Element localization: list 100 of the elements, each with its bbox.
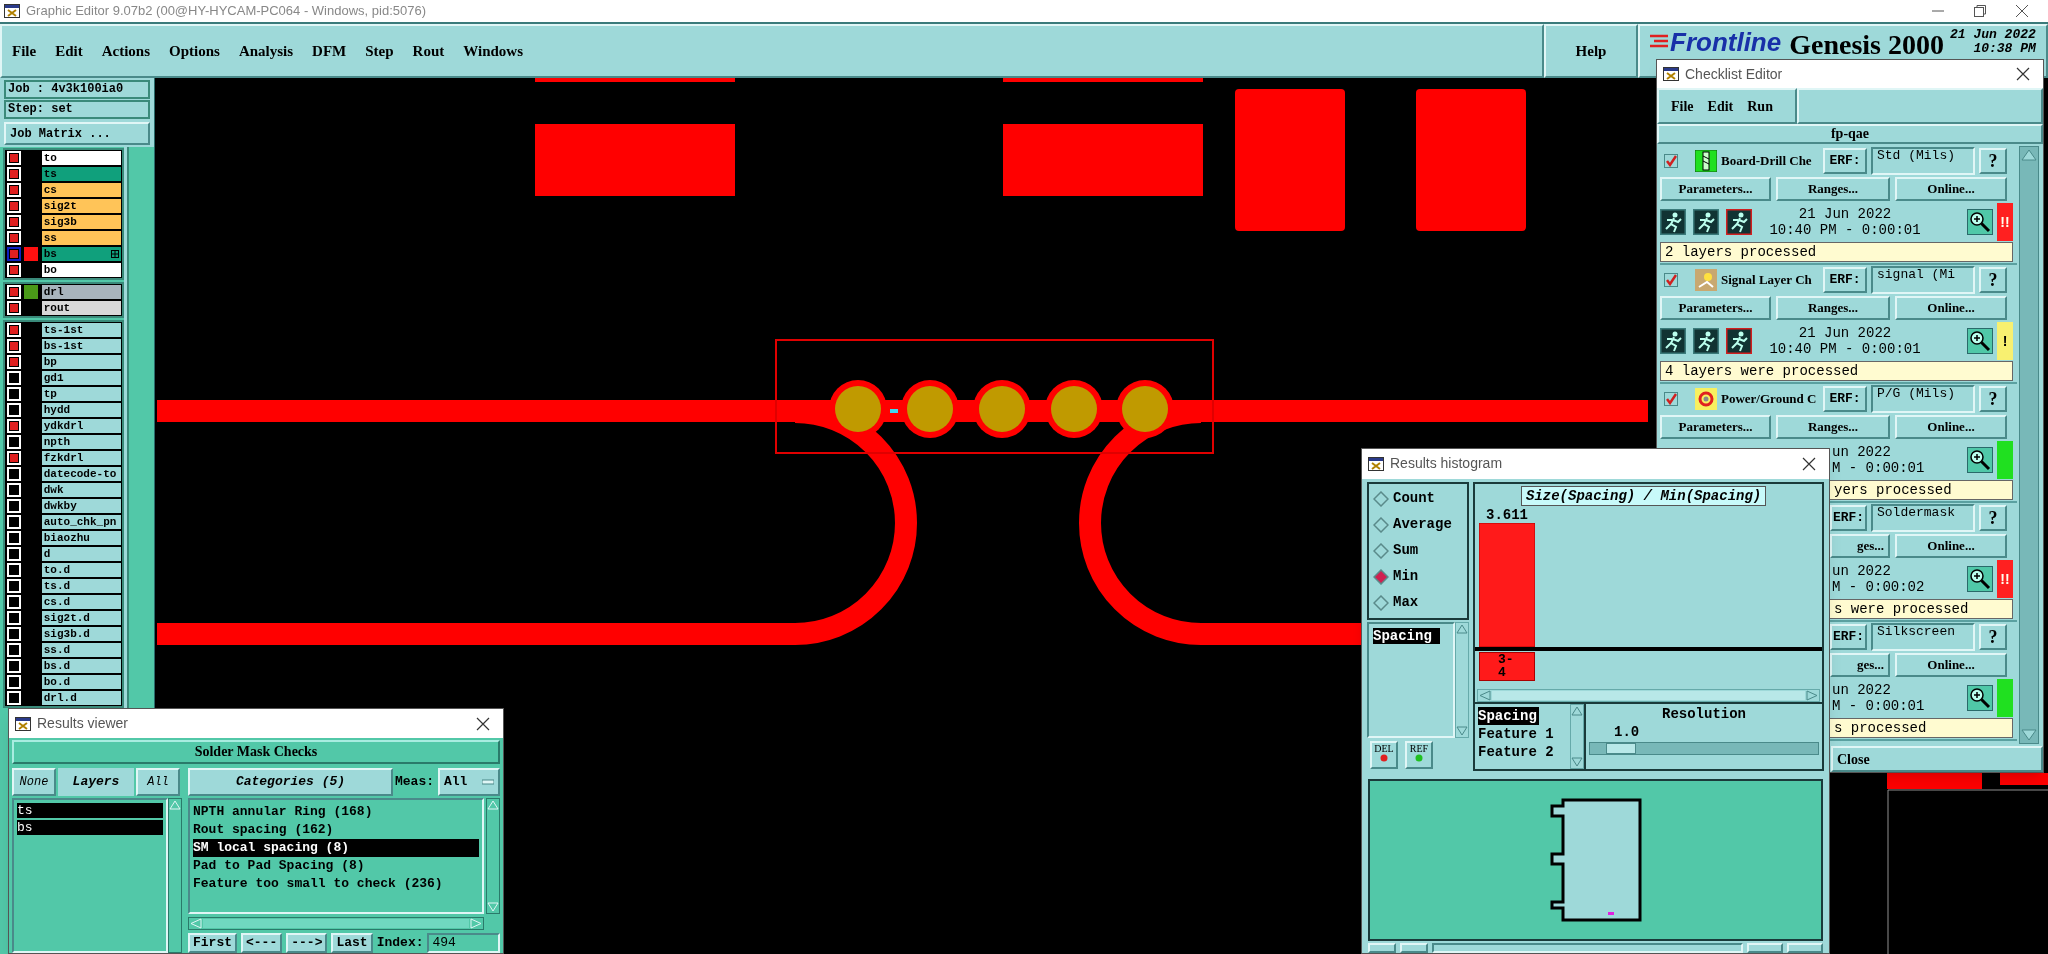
help-button[interactable]: ? <box>1979 386 2007 412</box>
list-item[interactable]: SM local spacing (8) <box>193 839 479 857</box>
close-icon[interactable] <box>475 715 491 732</box>
list-item[interactable]: Spacing <box>1373 627 1440 644</box>
menu-item[interactable]: Options <box>169 39 220 63</box>
toolbar-button[interactable] <box>1787 943 1823 953</box>
list-item[interactable]: Pad to Pad Spacing (8) <box>193 857 479 875</box>
zoom-in-icon[interactable] <box>1967 328 1993 354</box>
layer-checkbox[interactable] <box>7 247 21 261</box>
reference-button[interactable]: REF <box>1405 740 1433 769</box>
runner-icon[interactable] <box>1693 209 1719 235</box>
expand-icon[interactable] <box>111 250 119 258</box>
online-button[interactable]: Online... <box>1895 653 2007 677</box>
erf-button[interactable]: ERF: <box>1830 624 1867 650</box>
categories-button[interactable]: Categories (5) <box>188 768 393 796</box>
meas-dropdown[interactable]: All <box>438 768 500 796</box>
menu-item[interactable]: File <box>1671 95 1694 117</box>
menu-item[interactable]: DFM <box>312 39 347 63</box>
list-item[interactable]: Feature 1 <box>1478 724 1556 743</box>
runner-icon[interactable] <box>1726 209 1752 235</box>
list-item[interactable]: Feature 2 <box>1478 742 1556 761</box>
restore-icon[interactable] <box>1972 3 1988 19</box>
ranges-button[interactable]: ges... <box>1830 653 1890 677</box>
runner-icon[interactable] <box>1726 328 1752 354</box>
nav-button[interactable]: First <box>188 933 237 953</box>
nav-button[interactable]: ---> <box>286 933 328 953</box>
radio-label: Average <box>1393 515 1452 535</box>
zoom-in-icon[interactable] <box>1967 566 1993 592</box>
all-button[interactable]: All <box>136 768 180 796</box>
erf-field[interactable]: P/G (Mils) <box>1871 385 1975 413</box>
index-field[interactable]: 494 <box>427 933 500 953</box>
scrollbar[interactable] <box>168 798 182 953</box>
menu-item[interactable]: Step <box>365 39 394 63</box>
list-item[interactable]: ts <box>17 803 163 818</box>
online-button[interactable]: Online... <box>1895 415 2007 439</box>
menu-item[interactable]: Analysis <box>238 39 294 63</box>
nav-button[interactable]: Last <box>331 933 373 953</box>
input-field[interactable] <box>1432 943 1743 953</box>
erf-field[interactable]: Silkscreen <box>1871 623 1975 651</box>
close-icon[interactable] <box>2014 3 2030 19</box>
slider-thumb[interactable] <box>1605 742 1636 754</box>
menu-item[interactable]: File <box>12 39 37 63</box>
zoom-in-icon[interactable] <box>1967 685 1993 711</box>
list-item[interactable]: bs <box>17 820 163 835</box>
help-button[interactable]: ? <box>1979 624 2007 650</box>
runner-icon[interactable] <box>1660 328 1686 354</box>
none-button[interactable]: None <box>12 768 56 796</box>
toolbar-button[interactable] <box>1747 943 1783 953</box>
list-item[interactable]: Spacing <box>1478 706 1539 725</box>
check-checkbox[interactable] <box>1664 392 1678 406</box>
close-button[interactable]: Close <box>1831 746 2043 772</box>
list-item[interactable]: Feature too small to check (236) <box>193 875 479 893</box>
erf-field[interactable]: Std (Mils) <box>1871 147 1975 175</box>
erf-field[interactable]: Soldermask <box>1871 504 1975 532</box>
online-button[interactable]: Online... <box>1895 534 2007 558</box>
radio-button[interactable] <box>1373 542 1389 559</box>
delete-button[interactable]: DEL <box>1370 740 1398 769</box>
check-checkbox[interactable] <box>1664 154 1678 168</box>
parameters-button[interactable]: Parameters... <box>1660 296 1771 320</box>
ranges-button[interactable]: Ranges... <box>1776 415 1890 439</box>
parameters-button[interactable]: Parameters... <box>1660 177 1771 201</box>
list-item[interactable]: NPTH annular Ring (168) <box>193 803 479 821</box>
slider-track[interactable] <box>1589 741 1819 755</box>
menu-item[interactable]: Rout <box>412 39 445 63</box>
erf-button[interactable]: ERF: <box>1830 505 1867 531</box>
radio-button[interactable] <box>1373 568 1389 585</box>
runner-icon[interactable] <box>1693 328 1719 354</box>
erf-button[interactable]: ERF: <box>1823 148 1867 174</box>
menu-item[interactable]: Actions <box>101 39 150 63</box>
toolbar-button[interactable] <box>1368 943 1396 953</box>
help-button[interactable]: ? <box>1979 148 2007 174</box>
menu-item[interactable]: Edit <box>55 39 83 63</box>
ranges-button[interactable]: ges... <box>1830 534 1890 558</box>
toolbar-button[interactable] <box>1400 943 1428 953</box>
close-icon[interactable] <box>1801 455 1817 472</box>
menu-item[interactable]: Run <box>1747 95 1773 117</box>
help-button[interactable]: ? <box>1979 267 2007 293</box>
radio-button[interactable] <box>1373 594 1389 611</box>
parameters-button[interactable]: Parameters... <box>1660 415 1771 439</box>
online-button[interactable]: Online... <box>1895 177 2007 201</box>
close-icon[interactable] <box>2015 66 2031 82</box>
help-button[interactable]: Help <box>1544 24 1638 78</box>
help-button[interactable]: ? <box>1979 505 2007 531</box>
runner-icon[interactable] <box>1660 209 1686 235</box>
online-button[interactable]: Online... <box>1895 296 2007 320</box>
menu-item[interactable]: Windows <box>463 39 523 63</box>
nav-button[interactable]: <--- <box>241 933 283 953</box>
zoom-in-icon[interactable] <box>1967 209 1993 235</box>
ranges-button[interactable]: Ranges... <box>1776 177 1890 201</box>
zoom-in-icon[interactable] <box>1967 447 1993 473</box>
radio-button[interactable] <box>1373 516 1389 533</box>
check-checkbox[interactable] <box>1664 273 1678 287</box>
erf-button[interactable]: ERF: <box>1823 386 1867 412</box>
ranges-button[interactable]: Ranges... <box>1776 296 1890 320</box>
radio-button[interactable] <box>1373 490 1389 507</box>
erf-button[interactable]: ERF: <box>1823 267 1867 293</box>
job-matrix-button[interactable]: Job Matrix ... <box>4 122 150 145</box>
menu-item[interactable]: Edit <box>1707 95 1734 117</box>
erf-field[interactable]: signal (Mi <box>1871 266 1975 294</box>
list-item[interactable]: Rout spacing (162) <box>193 821 479 839</box>
